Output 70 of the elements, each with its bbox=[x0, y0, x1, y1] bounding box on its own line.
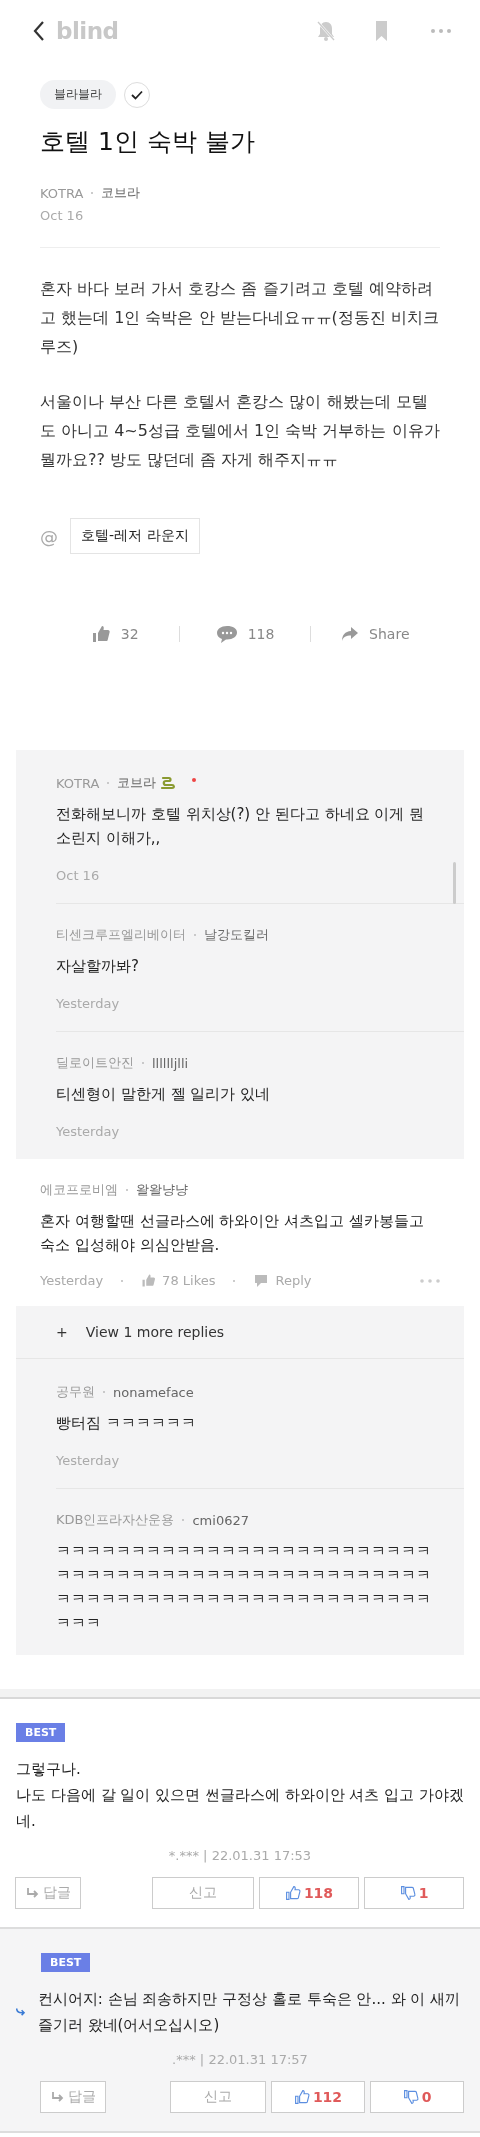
reply-date: Yesterday bbox=[56, 1453, 121, 1468]
thumbs-down-icon bbox=[402, 2089, 419, 2105]
company-name: 딜로이트안진 bbox=[56, 1054, 134, 1072]
company-name: KDB인프라자산운용 bbox=[56, 1511, 175, 1529]
nickname: 날강도킬러 bbox=[204, 926, 269, 944]
more-icon[interactable] bbox=[420, 1278, 440, 1283]
at-sign: @ bbox=[40, 525, 58, 547]
post-paragraph: 혼자 바다 보러 가서 호캉스 좀 즐기려고 호텔 예약하려고 했는데 1인 숙박은 안 받는다네요ㅠㅠ(정동진 비치크루즈) bbox=[40, 278, 440, 358]
reply-text: 빵터짐 ㅋㅋㅋㅋㅋㅋ bbox=[56, 1413, 197, 1434]
nickname: nonameface bbox=[113, 1384, 194, 1400]
nickname: lllllljlli bbox=[152, 1055, 189, 1071]
more-icon[interactable] bbox=[430, 28, 452, 34]
best-badge: BEST bbox=[16, 1723, 66, 1742]
comment-text: 혼자 여행할땐 선글라스에 하와이안 셔츠입고 셀카봉들고 숙소 입성해야 의심안받음. bbox=[40, 1211, 425, 1256]
comment-icon bbox=[215, 624, 238, 644]
reply-text: 티센형이 말한게 젤 일리가 있네 bbox=[56, 1084, 272, 1105]
share-button[interactable]: Share bbox=[310, 620, 440, 648]
post-title: 호텔 1인 숙박 불가 bbox=[40, 126, 256, 158]
nickname: cmi0627 bbox=[192, 1512, 249, 1528]
nickname: 왈왈냥냥 bbox=[136, 1181, 188, 1199]
like-button[interactable]: 78 Likes bbox=[141, 1273, 216, 1288]
nickname: 코브라 bbox=[117, 774, 157, 792]
muted-bell-icon[interactable] bbox=[316, 20, 336, 42]
comment-meta: *.*** | 22.01.31 17:53 bbox=[167, 1848, 313, 1863]
reply-text: 자살할까봐? bbox=[56, 956, 140, 977]
thumbs-up-icon bbox=[90, 624, 111, 644]
reply-button[interactable]: 답글 bbox=[15, 1877, 81, 1909]
thumbs-up-icon bbox=[284, 1885, 301, 1901]
downvote-button[interactable]: 1 bbox=[364, 1877, 464, 1909]
snake-icon bbox=[160, 776, 177, 790]
company-name: 공무원 bbox=[56, 1383, 95, 1401]
reply-date: Yesterday bbox=[56, 1124, 121, 1139]
comment-text: 그렇구나. 나도 다음에 갈 일이 있으면 썬글라스에 하와이안 셔츠 입고 가야겠네. bbox=[16, 1759, 464, 1832]
view-more-replies-button[interactable]: + View 1 more replies bbox=[16, 1306, 464, 1359]
topic-chip[interactable]: 호텔-레저 라운지 bbox=[70, 518, 200, 554]
reply-text: 전화해보니까 호텔 위치상(?) 안 된다고 하네요 이게 뭔소린지 이해가,, bbox=[56, 804, 426, 849]
nickname: 코브라 bbox=[101, 184, 141, 202]
post-date: Oct 16 bbox=[40, 208, 85, 223]
reply-arrow-icon bbox=[16, 2006, 26, 2018]
thumbs-down-icon bbox=[399, 1885, 416, 1901]
back-icon[interactable] bbox=[32, 20, 46, 42]
reply-arrow-icon bbox=[50, 2091, 65, 2103]
upvote-button[interactable]: 112 bbox=[271, 2081, 365, 2113]
reply-button[interactable]: 답글 bbox=[40, 2081, 106, 2113]
downvote-button[interactable]: 0 bbox=[370, 2081, 464, 2113]
comment-meta: .*** | 22.01.31 17:57 bbox=[171, 2052, 309, 2067]
scrollbar bbox=[453, 862, 456, 904]
category-chip[interactable]: 블라블라 bbox=[40, 80, 116, 109]
reply-text: ㅋㅋㅋㅋㅋㅋㅋㅋㅋㅋㅋㅋㅋㅋㅋㅋㅋㅋㅋㅋㅋㅋㅋㅋㅋㅋㅋㅋㅋㅋㅋㅋㅋㅋㅋㅋㅋㅋㅋㅋㅋㅋㅋㅋㅋㅋㅋㅋㅋㅋㅋㅋㅋㅋㅋㅋㅋㅋㅋㅋㅋㅋㅋㅋㅋㅋㅋㅋㅋㅋㅋㅋㅋㅋㅋㅋㅋㅋ bbox=[56, 1541, 432, 1634]
reply-button[interactable]: Reply bbox=[253, 1273, 312, 1288]
company-name: KOTRA bbox=[40, 185, 84, 201]
reply-date: Yesterday bbox=[56, 996, 121, 1011]
best-badge: BEST bbox=[41, 1953, 91, 1972]
thumbs-up-icon bbox=[293, 2089, 310, 2105]
reply-date: Oct 16 bbox=[56, 868, 101, 883]
reply-arrow-icon bbox=[25, 1887, 40, 1899]
thumbs-up-icon bbox=[141, 1273, 157, 1288]
company-name: 에코프로비엠 bbox=[40, 1181, 118, 1199]
share-arrow-icon bbox=[341, 626, 360, 642]
report-button[interactable]: 신고 bbox=[170, 2081, 266, 2113]
speech-bubble-icon bbox=[253, 1273, 270, 1288]
comment-text: 컨시어지: 손님 죄송하지만 구정상 홀로 투숙은 안... 와 이 새끼 즐기러 왔네(어서오십시오) bbox=[37, 1989, 462, 2036]
company-name: 티센크루프엘리베이터 bbox=[56, 926, 186, 944]
like-button[interactable]: 32 bbox=[50, 618, 180, 650]
post-paragraph: 서울이나 부산 다른 호텔서 혼캉스 많이 해봤는데 모텔도 아니고 4~5성급 호텔에서 1인 숙박 거부하는 이유가 뭘까요?? 방도 많던데 좀 자게 해주지ㅠㅠ bbox=[40, 391, 440, 471]
comment-date: Yesterday bbox=[40, 1273, 104, 1288]
comment-button[interactable]: 118 bbox=[180, 618, 310, 650]
report-button[interactable]: 신고 bbox=[152, 1877, 254, 1909]
company-name: KOTRA bbox=[56, 775, 100, 791]
upvote-button[interactable]: 118 bbox=[259, 1877, 359, 1909]
